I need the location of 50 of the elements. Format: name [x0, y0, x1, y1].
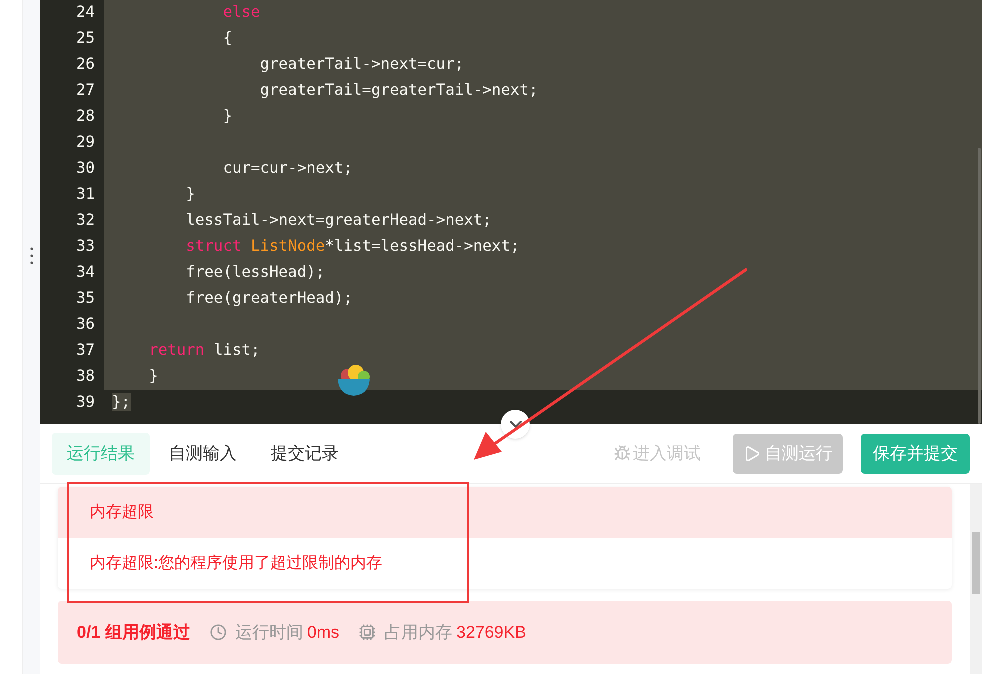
- chip-icon: [359, 624, 376, 641]
- code-line: free(greaterHead);: [185, 288, 353, 310]
- memory-label: 占用内存: [384, 622, 452, 644]
- line-number: 35: [75, 288, 96, 310]
- tab[interactable]: 自测输入: [154, 432, 252, 474]
- line-number: 25: [75, 28, 96, 50]
- code-line: greaterTail=greaterTail->next;: [259, 80, 538, 102]
- scrollbar-thumb[interactable]: [978, 148, 981, 424]
- line-number: 36: [75, 314, 96, 336]
- code-line: free(lessHead);: [185, 262, 326, 284]
- code-line: greaterTail->next=cur;: [259, 54, 464, 76]
- clock-icon: [210, 624, 228, 641]
- line-number: 31: [75, 184, 96, 206]
- time-value: 0ms: [307, 622, 340, 644]
- line-number: 32: [75, 210, 96, 232]
- chevron-down-icon: [510, 421, 522, 428]
- tab[interactable]: 提交记录: [256, 432, 354, 474]
- pass-count: 0/1 组用例通过: [77, 622, 190, 644]
- line-number: 30: [75, 158, 96, 180]
- code-line: {: [222, 28, 232, 50]
- line-number: 33: [75, 236, 96, 258]
- line-number: 38: [75, 366, 96, 388]
- code-line: }: [222, 106, 232, 128]
- line-number: 28: [75, 106, 96, 128]
- memory-value: 32769KB: [456, 622, 526, 644]
- code-line: }: [148, 366, 158, 388]
- line-number: 24: [75, 2, 96, 24]
- code-line: else: [222, 2, 260, 24]
- bowl-icon: [336, 362, 372, 398]
- line-number: 26: [75, 54, 96, 76]
- line-number: 34: [75, 262, 96, 284]
- play-icon: [743, 444, 761, 462]
- drag-handle-icon[interactable]: [30, 246, 34, 266]
- code-line: struct ListNode*list=lessHead->next;: [185, 236, 520, 258]
- code-line: return list;: [148, 340, 260, 362]
- code-line: lessTail->next=greaterHead->next;: [185, 210, 492, 232]
- result-message: 内存超限:您的程序使用了超过限制的内存: [90, 554, 382, 574]
- time-label: 运行时间: [235, 622, 304, 644]
- line-number: 29: [75, 132, 96, 154]
- tab[interactable]: 运行结果: [52, 432, 150, 474]
- line-number: 37: [75, 340, 96, 362]
- result-title: 内存超限: [90, 502, 154, 522]
- scrollbar-thumb[interactable]: [972, 532, 980, 594]
- bug-icon: [614, 445, 631, 462]
- line-number: 39: [75, 392, 96, 414]
- submit-button[interactable]: 保存并提交: [861, 434, 970, 474]
- code-line: cur=cur->next;: [222, 158, 353, 180]
- code-editor[interactable]: [40, 0, 982, 424]
- line-number: 27: [75, 80, 96, 102]
- code-line: }: [185, 184, 196, 206]
